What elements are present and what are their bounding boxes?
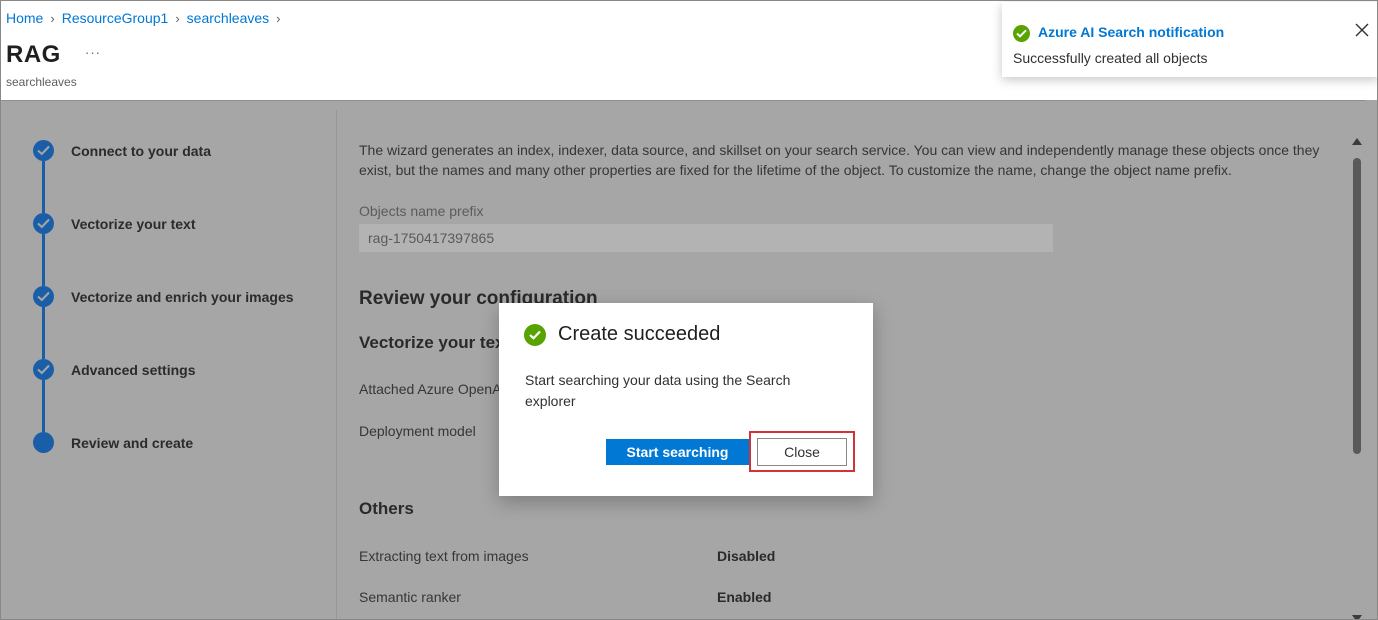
dialog-title: Create succeeded: [524, 323, 720, 346]
breadcrumb-resource-group[interactable]: ResourceGroup1: [62, 10, 169, 26]
step-complete-icon: [33, 286, 54, 307]
step-current-icon: [33, 432, 54, 453]
step-complete-icon: [33, 213, 54, 234]
step-connect-data[interactable]: Connect to your data: [33, 140, 211, 161]
breadcrumb: Home › ResourceGroup1 › searchleaves ›: [6, 10, 288, 26]
close-icon[interactable]: [1354, 22, 1370, 38]
deployment-model-label: Deployment model: [359, 423, 476, 439]
notification-toast: Azure AI Search notification Successfull…: [1002, 2, 1377, 77]
scroll-up-icon[interactable]: [1352, 138, 1362, 145]
vectorize-heading: Vectorize your text: [359, 333, 511, 352]
page-title: RAG: [6, 41, 61, 68]
step-connector: [42, 380, 45, 432]
step-complete-icon: [33, 359, 54, 380]
step-label: Vectorize and enrich your images: [71, 288, 294, 305]
step-vectorize-images[interactable]: Vectorize and enrich your images: [33, 286, 294, 307]
step-vectorize-text[interactable]: Vectorize your text: [33, 213, 196, 234]
object-name-prefix-input[interactable]: [359, 224, 1053, 252]
step-connector: [42, 234, 45, 286]
intro-text: The wizard generates an index, indexer, …: [359, 142, 1320, 178]
success-check-icon: [524, 323, 546, 346]
scroll-thumb[interactable]: [1353, 158, 1361, 454]
close-button[interactable]: Close: [757, 438, 847, 466]
step-label: Connect to your data: [71, 142, 212, 159]
app-frame: Home › ResourceGroup1 › searchleaves › R…: [0, 0, 1378, 620]
step-connector: [42, 161, 45, 213]
extract-text-label: Extracting text from images: [359, 548, 529, 564]
notification-message: Successfully created all objects: [1013, 50, 1208, 66]
step-label: Advanced settings: [71, 361, 196, 378]
prefix-label: Objects name prefix: [359, 203, 484, 219]
others-heading: Others: [359, 499, 414, 518]
chevron-right-icon: ›: [175, 10, 180, 26]
success-check-icon: [1013, 25, 1030, 42]
breadcrumb-search-service[interactable]: searchleaves: [187, 10, 270, 26]
semantic-ranker-value: Enabled: [717, 589, 772, 605]
step-connector: [42, 307, 45, 359]
chevron-right-icon: ›: [276, 10, 281, 26]
create-succeeded-dialog: Create succeeded Start searching your da…: [499, 303, 873, 496]
chevron-right-icon: ›: [50, 10, 55, 26]
step-complete-icon: [33, 140, 54, 161]
dialog-title-text: Create succeeded: [558, 323, 721, 345]
page-subtitle: searchleaves: [6, 75, 77, 89]
breadcrumb-home[interactable]: Home: [6, 10, 43, 26]
step-review-create[interactable]: Review and create: [33, 432, 193, 453]
step-label: Vectorize your text: [71, 215, 196, 232]
dialog-message: Start searching your data using the Sear…: [525, 372, 791, 409]
step-advanced-settings[interactable]: Advanced settings: [33, 359, 195, 380]
attached-openai-label: Attached Azure OpenAI: [359, 381, 506, 397]
start-searching-button[interactable]: Start searching: [606, 439, 749, 465]
scroll-down-icon[interactable]: [1352, 615, 1362, 619]
notification-title[interactable]: Azure AI Search notification: [1038, 24, 1224, 40]
wizard-steps: Connect to your data Vectorize your text…: [1, 110, 337, 619]
vertical-scrollbar[interactable]: [1351, 138, 1363, 619]
more-options-button[interactable]: ···: [85, 45, 101, 60]
step-label: Review and create: [71, 434, 194, 451]
semantic-ranker-label: Semantic ranker: [359, 589, 461, 605]
extract-text-value: Disabled: [717, 548, 776, 564]
